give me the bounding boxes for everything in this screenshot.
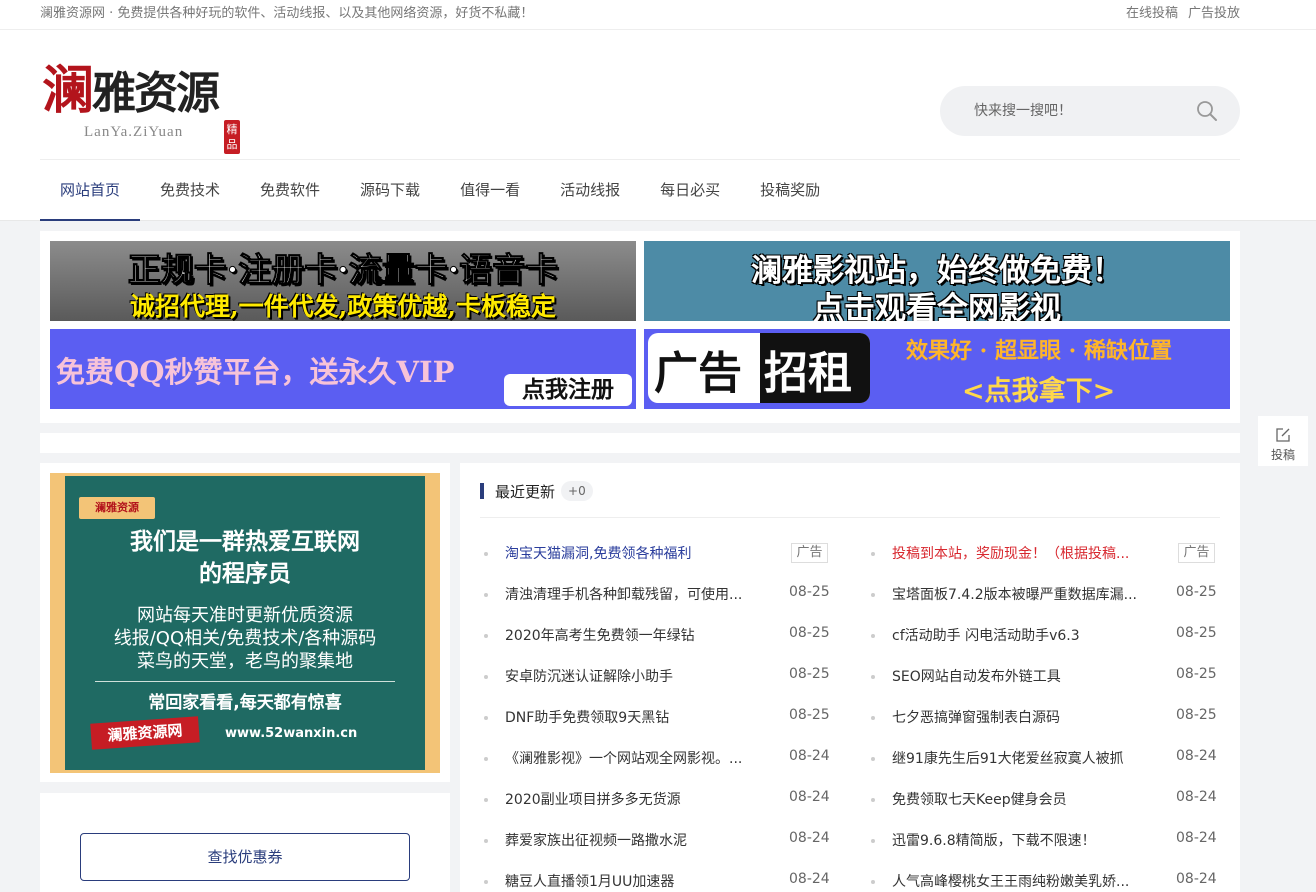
nav-free-tech[interactable]: 免费技术 — [140, 160, 240, 221]
nav-submit-reward[interactable]: 投稿奖励 — [740, 160, 840, 221]
edit-icon — [1276, 428, 1290, 442]
site-header: 澜雅资源 LanYa.ZiYuan 精品 网站首页 免费技术 免费软件 源码下载… — [0, 30, 1316, 221]
nav-activity-tips[interactable]: 活动线报 — [540, 160, 640, 221]
list-item[interactable]: 清浊清理手机各种卸载残留，可使用... 08-25 — [480, 574, 830, 615]
search-box — [940, 86, 1240, 136]
list-item[interactable]: 七夕恶搞弹窗强制表白源码 08-25 — [867, 697, 1217, 738]
find-coupon-button[interactable]: 查找优惠券 — [80, 833, 410, 881]
logo-subtitle: LanYa.ZiYuan — [84, 124, 184, 140]
nav-daily-buy[interactable]: 每日必买 — [640, 160, 740, 221]
logo-text: 澜雅资源 — [42, 60, 220, 121]
promo-logo: 澜雅资源 — [79, 497, 155, 519]
list-item[interactable]: cf活动助手 闪电活动助手v6.3 08-25 — [867, 615, 1217, 656]
floating-submit-button[interactable]: 投稿 — [1258, 416, 1308, 466]
list-item[interactable]: 2020年高考生免费领一年绿钻 08-25 — [480, 615, 830, 656]
sidebar-promo-panel: 澜雅资源 我们是一群热爱互联网 的程序员 网站每天准时更新优质资源 线报/QQ相关/… — [40, 463, 450, 782]
site-logo[interactable]: 澜雅资源 LanYa.ZiYuan 精品 — [40, 48, 250, 158]
list-item[interactable]: 安卓防沉迷认证解除小助手 08-25 — [480, 656, 830, 697]
promo-image[interactable]: 澜雅资源 我们是一群热爱互联网 的程序员 网站每天准时更新优质资源 线报/QQ相关/… — [50, 473, 440, 773]
empty-strip — [40, 433, 1240, 453]
list-item[interactable]: 人气高峰樱桃女王王雨纯粉嫩美乳娇... 08-24 — [867, 861, 1217, 892]
nav-free-software[interactable]: 免费软件 — [240, 160, 340, 221]
list-item[interactable]: 投稿到本站，奖励现金！（根据投稿... 广告 — [867, 533, 1217, 574]
list-item[interactable]: 《澜雅影视》一个网站观全网影视。... 08-24 — [480, 738, 830, 779]
promo-heading: 我们是一群热爱互联网 的程序员 — [130, 529, 360, 587]
list-item[interactable]: 宝塔面板7.4.2版本被曝严重数据库漏... 08-25 — [867, 574, 1217, 615]
promo-slogan: 常回家看看,每天都有惊喜 — [148, 693, 342, 713]
top-links: 在线投稿 广告投放 — [1126, 2, 1240, 21]
banner-panel: 正规卡·注册卡·流量卡·语音卡 诚招代理,一件代发,政策优越,卡板稳定 澜雅影视… — [40, 231, 1240, 423]
nav-source-download[interactable]: 源码下载 — [340, 160, 440, 221]
latest-list-left: 淘宝天猫漏洞,免费领各种福利 广告 清浊清理手机各种卸载残留，可使用... 08-2… — [480, 533, 830, 892]
top-strip: 澜雅资源网 · 免费提供各种好玩的软件、活动线报、以及其他网络资源，好货不私藏！… — [0, 0, 1316, 30]
latest-count-badge: +0 — [561, 481, 593, 501]
banner-qq-vip[interactable]: 免费QQ秒赞平台，送永久VIP 点我注册 — [50, 329, 636, 409]
advertise-link[interactable]: 广告投放 — [1188, 2, 1240, 21]
banner-video-site[interactable]: 澜雅影视站，始终做免费！ 点击观看全网影视 — [644, 241, 1230, 321]
site-tagline: 澜雅资源网 · 免费提供各种好玩的软件、活动线报、以及其他网络资源，好货不私藏！ — [40, 6, 534, 21]
submit-online-link[interactable]: 在线投稿 — [1126, 2, 1178, 21]
search-input[interactable] — [974, 99, 1174, 123]
main-nav: 网站首页 免费技术 免费软件 源码下载 值得一看 活动线报 每日必买 投稿奖励 — [40, 160, 840, 221]
banner-ad-rent[interactable]: 广告 招租 效果好 · 超显眼 · 稀缺位置 <点我拿下> — [644, 329, 1230, 409]
latest-title: 最近更新 — [495, 482, 556, 501]
register-button[interactable]: 点我注册 — [504, 374, 632, 406]
list-item[interactable]: 免费领取七天Keep健身会员 08-24 — [867, 779, 1217, 820]
ad-badge: 广告 — [1178, 543, 1215, 563]
nav-worth-seeing[interactable]: 值得一看 — [440, 160, 540, 221]
list-item[interactable]: SEO网站自动发布外链工具 08-25 — [867, 656, 1217, 697]
list-item[interactable]: 2020副业项目拼多多无货源 08-24 — [480, 779, 830, 820]
search-icon[interactable] — [1196, 100, 1218, 122]
promo-brand-stamp: 澜雅资源网 — [90, 716, 200, 750]
latest-header: 最近更新 +0 — [480, 479, 593, 503]
sidebar-coupon-panel: 查找优惠券 — [40, 793, 450, 892]
list-item[interactable]: 淘宝天猫漏洞,免费领各种福利 广告 — [480, 533, 830, 574]
list-item[interactable]: 迅雷9.6.8精简版，下载不限速！ 08-24 — [867, 820, 1217, 861]
latest-list-right: 投稿到本站，奖励现金！（根据投稿... 广告 宝塔面板7.4.2版本被曝严重数据库… — [867, 533, 1217, 892]
list-item[interactable]: 糖豆人直播领1月UU加速器 08-24 — [480, 861, 830, 892]
floating-submit-label: 投稿 — [1270, 448, 1295, 462]
latest-updates-panel: 最近更新 +0 淘宝天猫漏洞,免费领各种福利 广告 清浊清理手机各种卸载残留，可使… — [460, 463, 1240, 892]
logo-seal: 精品 — [224, 120, 240, 154]
promo-text: 网站每天准时更新优质资源 线报/QQ相关/免费技术/各种源码 菜鸟的天堂，老鸟的聚集… — [113, 605, 377, 672]
banner-sim-cards[interactable]: 正规卡·注册卡·流量卡·语音卡 诚招代理,一件代发,政策优越,卡板稳定 — [50, 241, 636, 321]
nav-home[interactable]: 网站首页 — [40, 160, 141, 221]
list-item[interactable]: 葬爱家族出征视频一路撒水泥 08-24 — [480, 820, 830, 861]
promo-url: www.52wanxin.cn — [225, 726, 358, 741]
list-item[interactable]: DNF助手免费领取9天黑钻 08-25 — [480, 697, 830, 738]
ad-badge: 广告 — [791, 543, 828, 563]
list-item[interactable]: 继91康先生后91大佬爱丝寂寞人被抓 08-24 — [867, 738, 1217, 779]
